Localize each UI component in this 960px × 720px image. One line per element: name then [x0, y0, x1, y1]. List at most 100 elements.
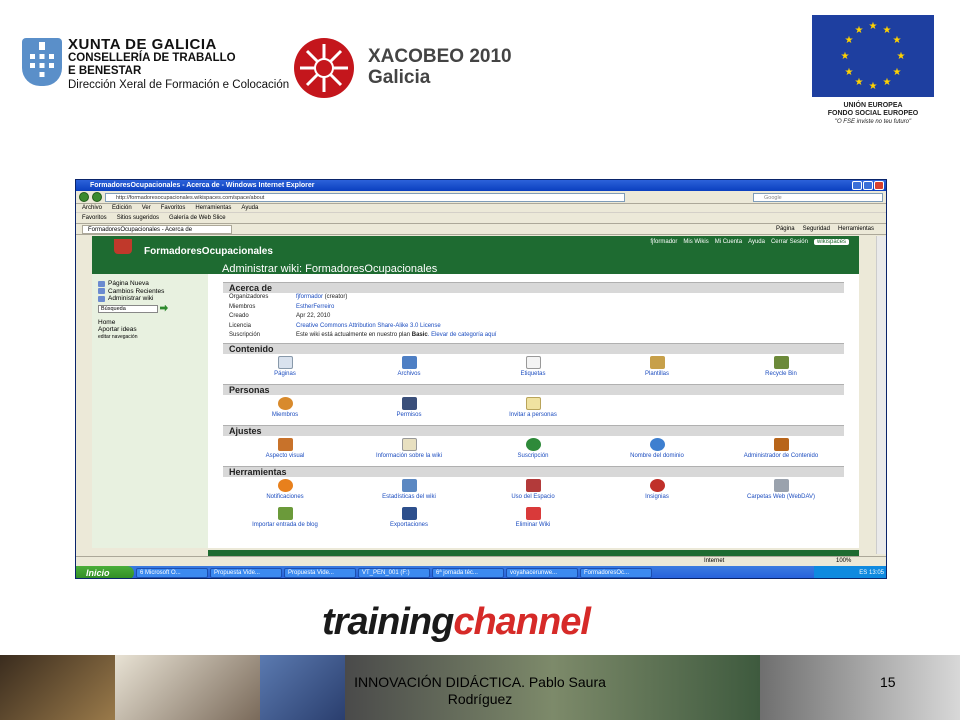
eu-line2: FONDO SOCIAL EUROPEO: [827, 110, 919, 117]
permissions-button[interactable]: Permisos: [347, 396, 471, 421]
webdav-button[interactable]: Carpetas Web (WebDAV): [719, 478, 843, 503]
suggested-sites-link[interactable]: Sitios sugeridos: [117, 213, 159, 223]
menu-ver[interactable]: Ver: [142, 204, 151, 212]
vertical-scrollbar[interactable]: [876, 236, 886, 554]
wiki-search-input[interactable]: Búsqueda: [98, 304, 158, 313]
tool-label: Notificaciones: [266, 493, 304, 500]
member-link[interactable]: EstherFerreiro: [296, 304, 334, 310]
search-go-icon[interactable]: [160, 304, 168, 312]
minimize-button[interactable]: [852, 181, 862, 190]
sidebar-link-ideas[interactable]: Aportar ideas: [98, 326, 202, 334]
language-indicator[interactable]: ES: [859, 570, 867, 576]
upgrade-link[interactable]: . Elevar de categoría aquí: [428, 332, 497, 338]
tool-label: Información sobre la wiki: [375, 452, 443, 459]
tool-label: Miembros: [271, 411, 299, 418]
tab-active[interactable]: FormadoresOcupacionales - Acerca de: [82, 224, 232, 234]
invite-button[interactable]: Invitar a personas: [471, 396, 595, 421]
maximize-button[interactable]: [863, 181, 873, 190]
sidebar-item-recent-changes[interactable]: Cambios Recientes: [98, 288, 202, 296]
look-feel-button[interactable]: Aspecto visual: [223, 437, 347, 462]
edit-navigation-link[interactable]: editar navegación: [98, 334, 202, 342]
info-card-icon: [401, 437, 417, 451]
organizer-link[interactable]: fjformador: [296, 294, 323, 300]
pages-button[interactable]: Páginas: [223, 355, 347, 380]
about-row: Creado Apr 22, 2010: [223, 312, 844, 322]
taskbar-button[interactable]: 6ª jornada téc...: [432, 568, 504, 578]
statistics-button[interactable]: Estadísticas del wiki: [347, 478, 471, 503]
taskbar-button[interactable]: Propuesta Vide...: [210, 568, 282, 578]
recent-changes-icon: [98, 288, 105, 295]
wikispaces-badge[interactable]: wikispaces: [813, 239, 849, 245]
help-link[interactable]: Ayuda: [748, 239, 765, 245]
favorites-button[interactable]: Favoritos: [82, 213, 107, 223]
back-button[interactable]: [79, 192, 89, 202]
address-input[interactable]: http://formadoresocupacionales.wikispace…: [105, 192, 625, 202]
sidebar-item-manage-wiki[interactable]: Administrar wiki: [98, 295, 202, 303]
system-tray: ES 13:05: [814, 566, 886, 578]
tools-menu[interactable]: Herramientas: [838, 225, 874, 234]
files-button[interactable]: Archivos: [347, 355, 471, 380]
taskbar-button[interactable]: VT_PEN_001 (F:): [358, 568, 430, 578]
sidebar-link-home[interactable]: Home: [98, 319, 202, 327]
forward-button[interactable]: [92, 192, 102, 202]
delete-wiki-button[interactable]: Eliminar Wiki: [471, 506, 595, 531]
menu-edicion[interactable]: Edición: [112, 204, 132, 212]
taskbar-button[interactable]: FormadoresOc...: [580, 568, 652, 578]
new-page-icon: [98, 280, 105, 287]
web-folders-icon: [773, 478, 789, 492]
templates-button[interactable]: Plantillas: [595, 355, 719, 380]
sidebar-item-new-page[interactable]: Página Nueva: [98, 280, 202, 288]
taskbar-button[interactable]: Propuesta Vide...: [284, 568, 356, 578]
notifications-button[interactable]: Notificaciones: [223, 478, 347, 503]
recycle-bin-button[interactable]: Recycle Bin: [719, 355, 843, 380]
xunta-line3: E BENESTAR: [68, 65, 142, 77]
license-link[interactable]: Creative Commons Attribution Share-Alike…: [296, 323, 441, 329]
tool-label: Importar entrada de blog: [252, 521, 318, 528]
section-heading-tools: Herramientas: [223, 465, 844, 477]
section-heading-content: Contenido: [223, 342, 844, 354]
tools-row-1: Notificaciones Estadísticas del wiki Uso…: [223, 477, 844, 505]
logo-training: training: [322, 601, 454, 643]
import-blog-button[interactable]: Importar entrada de blog: [223, 506, 347, 531]
wiki-info-button[interactable]: Información sobre la wiki: [347, 437, 471, 462]
tool-label: Estadísticas del wiki: [382, 493, 436, 500]
my-account-link[interactable]: Mi Cuenta: [715, 239, 742, 245]
tool-label: Eliminar Wiki: [515, 521, 551, 528]
space-usage-button[interactable]: Uso del Espacio: [471, 478, 595, 503]
wiki-sidebar: Página Nueva Cambios Recientes Administr…: [92, 274, 208, 548]
domain-name-button[interactable]: Nombre del dominio: [595, 437, 719, 462]
exports-button[interactable]: Exportaciones: [347, 506, 471, 531]
taskbar-button[interactable]: 6 Microsoft O...: [136, 568, 208, 578]
search-input[interactable]: Google: [753, 192, 883, 202]
my-wikis-link[interactable]: Mis Wikis: [683, 239, 708, 245]
svg-text:★: ★: [883, 77, 892, 88]
wiki-site-name[interactable]: FormadoresOcupacionales: [144, 246, 273, 257]
tags-button[interactable]: Etiquetas: [471, 355, 595, 380]
envelope-icon: [525, 396, 541, 410]
web-slice-gallery-link[interactable]: Galería de Web Slice: [169, 213, 226, 223]
subscription-button[interactable]: Suscripción: [471, 437, 595, 462]
menu-favoritos[interactable]: Favoritos: [161, 204, 186, 212]
about-key: Creado: [229, 313, 249, 319]
zoom-level[interactable]: 100%: [836, 557, 851, 565]
tool-label: Insignias: [645, 493, 669, 500]
members-button[interactable]: Miembros: [223, 396, 347, 421]
user-link[interactable]: fjformador: [650, 239, 677, 245]
page-menu[interactable]: Página: [776, 225, 795, 234]
sidebar-item-label: Cambios Recientes: [108, 287, 165, 295]
sidebar-item-label: Administrar wiki: [108, 295, 154, 302]
menu-archivo[interactable]: Archivo: [82, 204, 102, 212]
tool-label: Aspecto visual: [265, 452, 305, 459]
close-button[interactable]: [874, 181, 884, 190]
menu-herramientas[interactable]: Herramientas: [195, 204, 231, 212]
menu-ayuda[interactable]: Ayuda: [241, 204, 258, 212]
svg-text:★: ★: [893, 67, 902, 78]
start-button[interactable]: Inicio: [76, 566, 134, 578]
badges-button[interactable]: Insignias: [595, 478, 719, 503]
security-menu[interactable]: Seguridad: [803, 225, 830, 234]
content-manager-button[interactable]: Administrador de Contenido: [719, 437, 843, 462]
taskbar-button[interactable]: voyahacerunwe...: [506, 568, 578, 578]
eu-line3: "O FSE inviste no teu futuro": [834, 119, 912, 125]
tool-label: Uso del Espacio: [511, 493, 555, 500]
logout-link[interactable]: Cerrar Sesión: [771, 239, 808, 245]
